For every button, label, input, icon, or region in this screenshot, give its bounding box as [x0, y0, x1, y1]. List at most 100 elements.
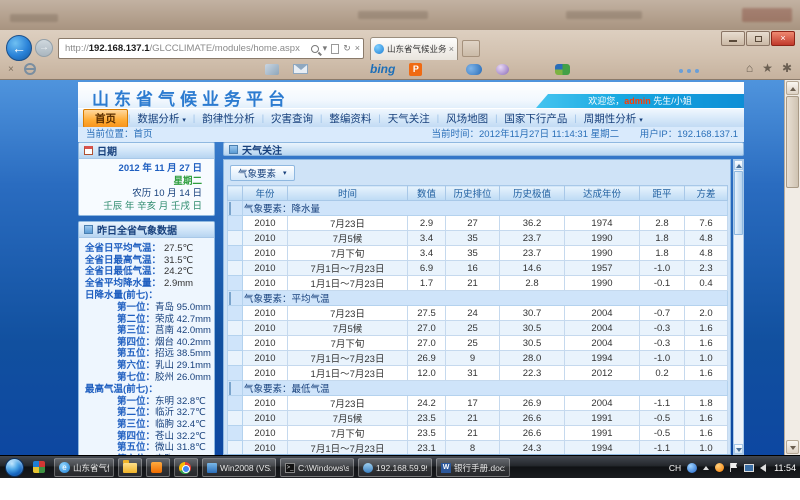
- table-row[interactable]: 20107月下旬27.02530.52004-0.31.6: [228, 336, 728, 351]
- table-row[interactable]: 20107月下旬23.52126.61991-0.51.6: [228, 426, 728, 441]
- taskbar-window-button[interactable]: 192.168.59.99...: [358, 458, 432, 477]
- favorites-star-icon[interactable]: ★: [762, 61, 773, 75]
- start-button[interactable]: [5, 458, 24, 477]
- table-row[interactable]: 20107月1日～7月23日26.9928.01994-1.01.0: [228, 351, 728, 366]
- tray-orange-icon[interactable]: [715, 463, 724, 472]
- background-window-text-smudge: [566, 11, 642, 19]
- more-options-icon[interactable]: [679, 69, 683, 73]
- community-icon[interactable]: [555, 64, 570, 75]
- nav-item-9[interactable]: 周期性分析▾: [577, 110, 650, 127]
- quick-launch-icon[interactable]: [33, 461, 45, 473]
- rank-label: 第四位：: [117, 431, 155, 443]
- table-row[interactable]: 20107月23日27.52430.72004-0.72.0: [228, 306, 728, 321]
- minimize-button[interactable]: [721, 31, 745, 46]
- taskbar-window-button[interactable]: Win2008 (VS2...: [202, 458, 276, 477]
- taskbar-chrome-button[interactable]: [174, 458, 198, 477]
- close-button[interactable]: ×: [771, 31, 795, 46]
- scroll-down-button[interactable]: [734, 444, 743, 454]
- checkbox[interactable]: [229, 292, 231, 305]
- nav-item-5[interactable]: 整编资料: [322, 110, 378, 127]
- refresh-icon[interactable]: ↻: [343, 39, 351, 58]
- home-icon[interactable]: ⌂: [746, 61, 753, 75]
- clock[interactable]: 11:54: [774, 463, 796, 473]
- taskbar-window-button[interactable]: >_C:\Windows\s...: [280, 458, 354, 477]
- table-row[interactable]: 20101月1日～7月23日12.03122.320120.21.6: [228, 366, 728, 381]
- bing-p-icon[interactable]: P: [409, 63, 422, 76]
- scroll-up-button[interactable]: [734, 160, 743, 170]
- row-gutter-cell: [228, 411, 243, 426]
- tray-expand-icon[interactable]: [703, 466, 709, 470]
- table-cell: 30.5: [500, 336, 565, 351]
- forward-button[interactable]: →: [35, 39, 53, 57]
- action-center-flag-icon[interactable]: [730, 463, 738, 472]
- language-indicator[interactable]: CH: [669, 463, 681, 473]
- panel-scrollbar[interactable]: [733, 159, 744, 455]
- table-row[interactable]: 20107月5候23.52126.61991-0.51.6: [228, 411, 728, 426]
- search-icon[interactable]: [311, 45, 319, 53]
- table-row[interactable]: 20107月5候3.43523.719901.84.8: [228, 231, 728, 246]
- nav-item-6[interactable]: 天气关注: [381, 110, 437, 127]
- nav-item-3[interactable]: 韵律性分析: [195, 110, 262, 127]
- table-row[interactable]: 20107月23日2.92736.219742.87.6: [228, 216, 728, 231]
- tab-close-icon[interactable]: ×: [449, 44, 454, 54]
- scroll-thumb[interactable]: [734, 171, 743, 235]
- taskbar-ie-button[interactable]: e 山东省气候业...: [54, 458, 114, 477]
- element-filter-button[interactable]: 气象要素 ▾: [230, 165, 295, 181]
- taskbar-explorer-button[interactable]: [118, 458, 142, 477]
- table-row[interactable]: 20107月1日～7月23日23.1824.31994-1.11.0: [228, 441, 728, 456]
- stat-label: 全省平均降水量：: [85, 278, 161, 290]
- nav-item-7[interactable]: 风场地图: [439, 110, 495, 127]
- network-icon[interactable]: [744, 464, 754, 472]
- rank-label: 第七位：: [117, 372, 155, 384]
- table-cell: 1.8: [640, 246, 685, 261]
- section-checkbox-cell[interactable]: [228, 291, 243, 306]
- table-row[interactable]: 20107月1日～7月23日6.91614.61957-1.02.3: [228, 261, 728, 276]
- tools-gear-icon[interactable]: ✱: [782, 61, 792, 75]
- new-tab-button[interactable]: [462, 40, 480, 57]
- rank-label: 第二位：: [117, 314, 155, 326]
- checkbox[interactable]: [229, 382, 231, 395]
- browser-tab[interactable]: 山东省气候业务平... ×: [370, 37, 458, 60]
- maximize-button[interactable]: [746, 31, 770, 46]
- toolbar-blocker-icon[interactable]: [24, 63, 36, 75]
- table-cell: 9: [446, 351, 500, 366]
- tray-app-icon[interactable]: [687, 463, 697, 473]
- compatibility-view-icon[interactable]: [331, 44, 339, 54]
- section-checkbox-cell[interactable]: [228, 201, 243, 216]
- bing-logo[interactable]: bing: [370, 62, 395, 76]
- mail-icon[interactable]: [293, 64, 308, 74]
- section-header-row[interactable]: 气象要素：降水量: [228, 201, 728, 216]
- row-gutter-cell: [228, 231, 243, 246]
- back-button[interactable]: ←: [6, 35, 32, 61]
- nav-item-4[interactable]: 灾害查询: [264, 110, 320, 127]
- rank-line: 第一位：东明 32.8℃: [85, 396, 212, 408]
- nav-item-1[interactable]: 首页: [83, 109, 128, 128]
- stat-label: 全省日平均气温：: [85, 243, 161, 255]
- camera-icon[interactable]: [466, 64, 482, 75]
- table-row[interactable]: 20107月5候27.02530.52004-0.31.6: [228, 321, 728, 336]
- browser-scrollbar[interactable]: [784, 80, 800, 455]
- table-row[interactable]: 20107月23日24.21726.92004-1.11.8: [228, 396, 728, 411]
- nav-item-8[interactable]: 国家下行产品: [497, 110, 574, 127]
- toolbar-close-icon[interactable]: ×: [8, 64, 14, 75]
- volume-icon[interactable]: [760, 464, 766, 472]
- address-bar[interactable]: http://192.168.137.1/GLCCLIMATE/modules/…: [58, 38, 364, 59]
- nav-item-2[interactable]: 数据分析▾: [130, 110, 193, 127]
- scroll-thumb[interactable]: [786, 96, 799, 188]
- taskbar-app-button[interactable]: [146, 458, 170, 477]
- table-cell: 2004: [565, 321, 640, 336]
- table-row[interactable]: 20107月下旬3.43523.719901.84.8: [228, 246, 728, 261]
- section-header-row[interactable]: 气象要素：平均气温: [228, 291, 728, 306]
- table-cell: -0.5: [640, 411, 685, 426]
- chevron-down-icon[interactable]: ▾: [323, 39, 328, 58]
- scroll-down-button[interactable]: [786, 440, 799, 454]
- taskbar-window-button[interactable]: W银行手册.docx ...: [436, 458, 510, 477]
- card-icon[interactable]: [265, 64, 279, 75]
- stop-icon[interactable]: ×: [355, 39, 360, 58]
- checkbox[interactable]: [229, 202, 231, 215]
- scroll-up-button[interactable]: [786, 81, 799, 95]
- table-row[interactable]: 20101月1日～7月23日1.7212.81990-0.10.4: [228, 276, 728, 291]
- paw-icon[interactable]: [496, 64, 509, 75]
- section-header-row[interactable]: 气象要素：最低气温: [228, 381, 728, 396]
- section-checkbox-cell[interactable]: [228, 381, 243, 396]
